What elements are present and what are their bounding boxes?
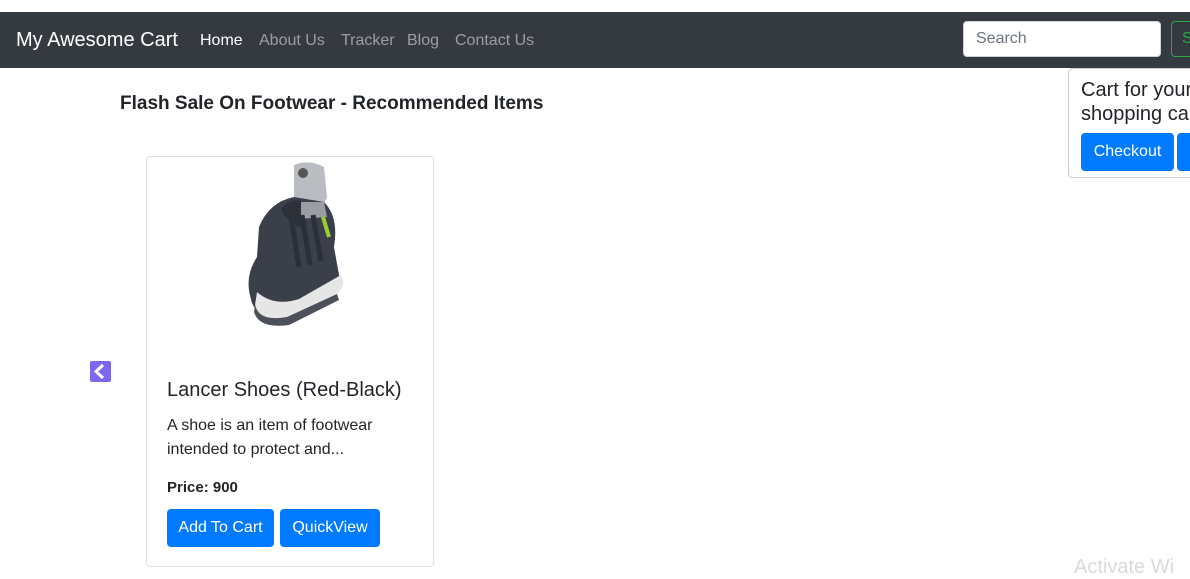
search-button[interactable]: S: [1171, 21, 1190, 57]
nav-link-blog[interactable]: Blog: [407, 32, 439, 50]
top-strip: [0, 0, 1190, 12]
chevron-left-icon: [93, 363, 105, 380]
navbar: My Awesome Cart Home About Us Tracker Bl…: [0, 12, 1190, 68]
nav-link-contact[interactable]: Contact Us: [455, 32, 534, 50]
section-title: Flash Sale On Footwear - Recommended Ite…: [120, 93, 544, 114]
brand-logo[interactable]: My Awesome Cart: [16, 29, 178, 52]
cart-popover: Cart for your shopping cart Checkout: [1068, 68, 1190, 178]
cart-popover-title: Cart for your shopping cart: [1081, 79, 1190, 125]
nav-link-about[interactable]: About Us: [259, 32, 325, 50]
product-image: [248, 162, 344, 326]
product-description: A shoe is an item of footwear intended t…: [167, 417, 373, 458]
clear-cart-button[interactable]: [1177, 133, 1190, 171]
nav-link-tracker[interactable]: Tracker: [341, 32, 395, 50]
product-price: Price: 900: [167, 479, 238, 496]
product-card: Lancer Shoes (Red-Black) A shoe is an it…: [146, 156, 434, 567]
add-to-cart-button[interactable]: Add To Cart: [167, 509, 274, 547]
product-title: Lancer Shoes (Red-Black): [167, 379, 402, 401]
nav-link-home[interactable]: Home: [200, 32, 243, 50]
checkout-button[interactable]: Checkout: [1081, 133, 1174, 171]
quickview-button[interactable]: QuickView: [280, 509, 380, 547]
search-input[interactable]: [963, 21, 1161, 57]
carousel-prev-button[interactable]: [90, 361, 111, 382]
